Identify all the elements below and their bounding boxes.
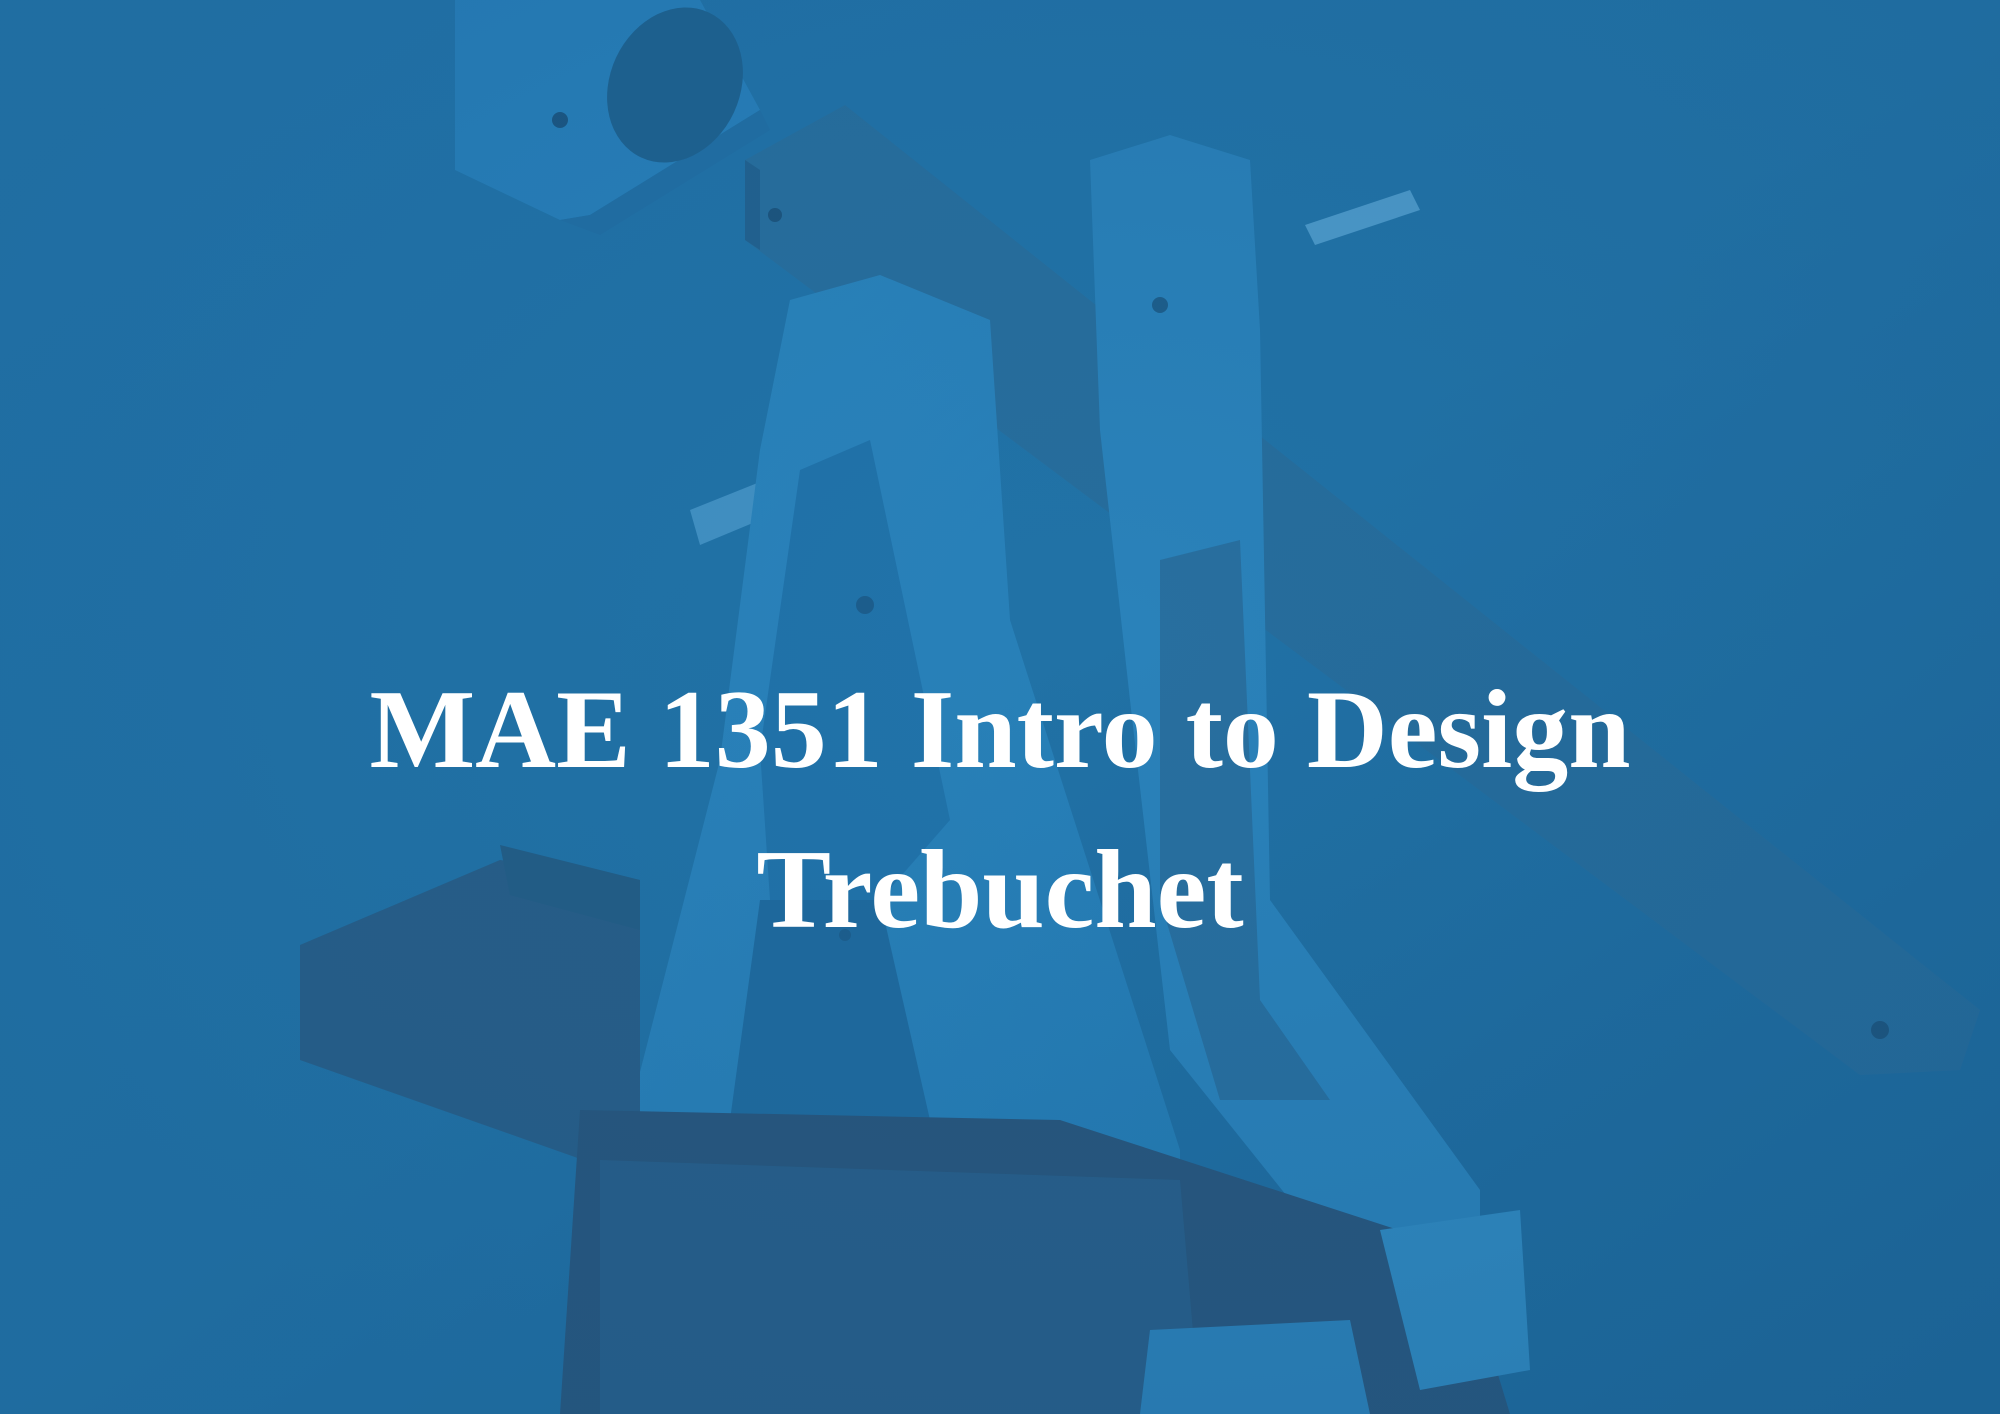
course-title: MAE 1351 Intro to Design: [369, 668, 1631, 792]
project-title: Trebuchet: [756, 828, 1244, 952]
slide-title: MAE 1351 Intro to Design Trebuchet: [0, 650, 2000, 970]
title-slide: MAE 1351 Intro to Design Trebuchet: [0, 0, 2000, 1414]
